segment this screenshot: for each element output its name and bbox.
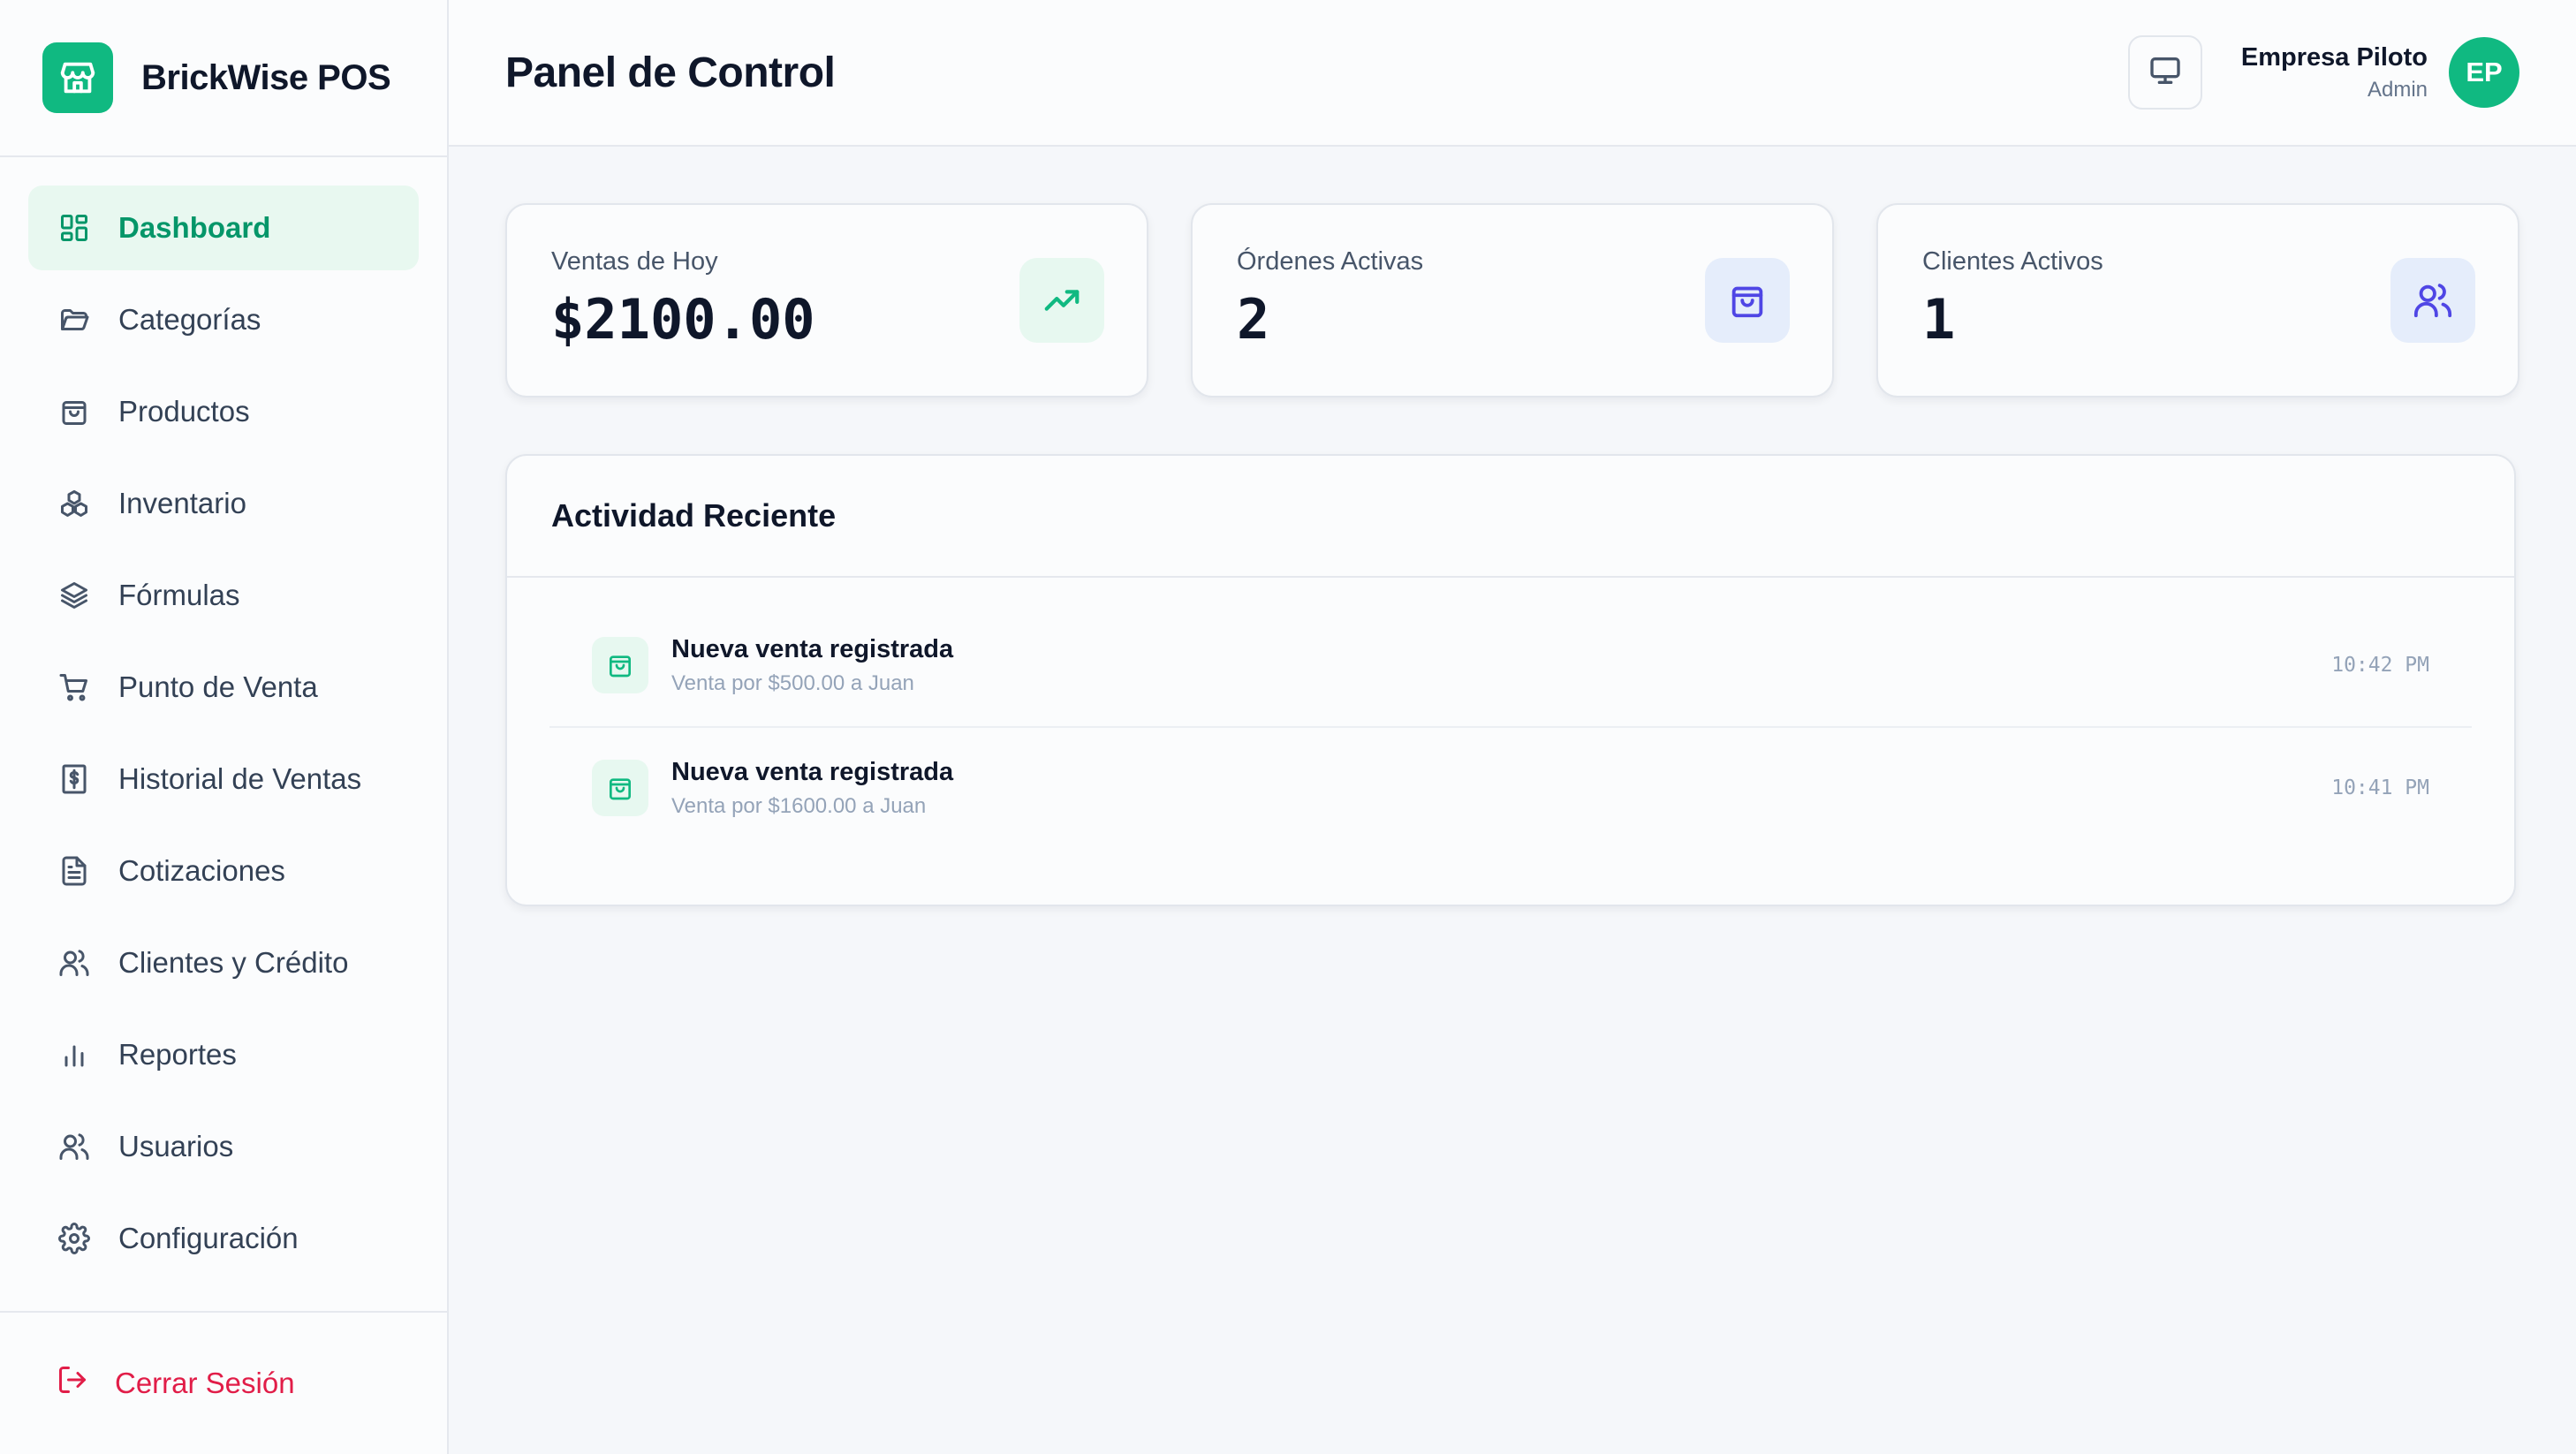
activity-row-time: 10:41 PM bbox=[2331, 776, 2429, 799]
sidebar-item-label: Cotizaciones bbox=[118, 854, 285, 887]
logout-button[interactable]: Cerrar Sesión bbox=[28, 1364, 295, 1403]
sidebar-item-dashboard[interactable]: Dashboard bbox=[28, 186, 419, 270]
sidebar-item-cotizaciones[interactable]: Cotizaciones bbox=[28, 829, 419, 913]
activity-header: Actividad Reciente bbox=[507, 456, 2514, 578]
activity-text: Nueva venta registrada Venta por $1600.0… bbox=[671, 758, 953, 819]
activity-row-subtitle: Venta por $500.00 a Juan bbox=[671, 670, 914, 695]
sidebar-item-label: Reportes bbox=[118, 1038, 237, 1071]
sidebar-item-label: Configuración bbox=[118, 1222, 299, 1254]
stat-card-ventas-de-hoy: Ventas de Hoy $2100.00 bbox=[505, 203, 1148, 398]
user-info: Empresa Piloto Admin bbox=[2241, 43, 2428, 102]
sidebar-item-label: Categorías bbox=[118, 303, 261, 336]
sidebar-item-label: Clientes y Crédito bbox=[118, 946, 349, 979]
stat-card-ordenes-activas: Órdenes Activas 2 bbox=[1191, 203, 1834, 398]
layers-icon bbox=[57, 578, 92, 613]
sidebar-item-label: Punto de Venta bbox=[118, 670, 318, 703]
monitor-icon bbox=[2148, 53, 2183, 93]
avatar[interactable]: EP bbox=[2449, 37, 2519, 108]
sidebar-item-usuarios[interactable]: Usuarios bbox=[28, 1104, 419, 1189]
activity-row-subtitle: Venta por $1600.00 a Juan bbox=[671, 793, 927, 818]
user-role: Admin bbox=[2367, 77, 2428, 102]
sidebar-item-configuracion[interactable]: Configuración bbox=[28, 1196, 419, 1281]
logout-label: Cerrar Sesión bbox=[115, 1367, 295, 1399]
trending-up-icon bbox=[1019, 258, 1104, 343]
sidebar-item-label: Inventario bbox=[118, 487, 246, 519]
sidebar-item-label: Productos bbox=[118, 395, 250, 428]
shopping-bag-icon bbox=[592, 760, 648, 816]
header-actions: Empresa Piloto Admin EP bbox=[2127, 35, 2519, 110]
monitor-button[interactable] bbox=[2127, 35, 2202, 110]
activity-text: Nueva venta registrada Venta por $500.00… bbox=[671, 635, 953, 696]
folder-icon bbox=[57, 302, 92, 337]
bar-chart-icon bbox=[57, 1037, 92, 1072]
activity-row-time: 10:42 PM bbox=[2331, 654, 2429, 677]
sidebar-item-label: Fórmulas bbox=[118, 579, 240, 611]
dashboard-content: Ventas de Hoy $2100.00 Órdenes Activas 2… bbox=[449, 147, 2576, 906]
sidebar-item-punto-de-venta[interactable]: Punto de Venta bbox=[28, 645, 419, 730]
page-title: Panel de Control bbox=[505, 49, 836, 96]
list-item[interactable]: Nueva venta registrada Venta por $500.00… bbox=[549, 604, 2472, 726]
users-icon bbox=[57, 1129, 92, 1164]
sidebar-item-label: Historial de Ventas bbox=[118, 762, 362, 795]
shopping-bag-icon bbox=[592, 637, 648, 693]
recent-activity-card: Actividad Reciente Nueva venta registrad… bbox=[505, 454, 2516, 906]
sidebar-item-label: Usuarios bbox=[118, 1130, 234, 1162]
app-window: BrickWise POS Dashboard Categorías Produ… bbox=[0, 0, 2576, 1454]
shopping-bag-icon bbox=[57, 394, 92, 429]
sidebar-item-productos[interactable]: Productos bbox=[28, 369, 419, 454]
gear-icon bbox=[57, 1221, 92, 1256]
list-item[interactable]: Nueva venta registrada Venta por $1600.0… bbox=[549, 726, 2472, 848]
sidebar: BrickWise POS Dashboard Categorías Produ… bbox=[0, 0, 449, 1454]
stat-card-clientes-activos: Clientes Activos 1 bbox=[1876, 203, 2519, 398]
shopping-bag-icon bbox=[1705, 258, 1790, 343]
sidebar-item-categorias[interactable]: Categorías bbox=[28, 277, 419, 362]
brand: BrickWise POS bbox=[0, 0, 447, 157]
boxes-icon bbox=[57, 486, 92, 521]
sidebar-item-reportes[interactable]: Reportes bbox=[28, 1012, 419, 1097]
users-icon bbox=[57, 945, 92, 981]
receipt-icon bbox=[57, 761, 92, 797]
main-area: Panel de Control Empresa Piloto Admin EP… bbox=[449, 0, 2576, 1454]
user-name: Empresa Piloto bbox=[2240, 42, 2428, 72]
users-icon bbox=[2390, 258, 2475, 343]
sidebar-item-label: Dashboard bbox=[118, 211, 271, 244]
activity-title: Actividad Reciente bbox=[551, 497, 837, 534]
sidebar-item-clientes-y-credito[interactable]: Clientes y Crédito bbox=[28, 920, 419, 1005]
sidebar-nav: Dashboard Categorías Productos Inventari… bbox=[0, 157, 447, 1311]
activity-row-title: Nueva venta registrada bbox=[671, 757, 954, 786]
grid-icon bbox=[57, 210, 92, 246]
sidebar-item-inventario[interactable]: Inventario bbox=[28, 461, 419, 546]
sidebar-footer: Cerrar Sesión bbox=[0, 1311, 447, 1454]
sidebar-item-historial-de-ventas[interactable]: Historial de Ventas bbox=[28, 737, 419, 822]
top-header: Panel de Control Empresa Piloto Admin EP bbox=[449, 0, 2576, 147]
logout-icon bbox=[57, 1364, 88, 1403]
app-name: BrickWise POS bbox=[141, 57, 391, 97]
sidebar-item-formulas[interactable]: Fórmulas bbox=[28, 553, 419, 638]
file-text-icon bbox=[57, 853, 92, 889]
activity-row-title: Nueva venta registrada bbox=[671, 634, 954, 663]
store-icon bbox=[42, 42, 113, 113]
cart-icon bbox=[57, 670, 92, 705]
stats-row: Ventas de Hoy $2100.00 Órdenes Activas 2… bbox=[505, 203, 2519, 398]
activity-list: Nueva venta registrada Venta por $500.00… bbox=[507, 578, 2514, 848]
